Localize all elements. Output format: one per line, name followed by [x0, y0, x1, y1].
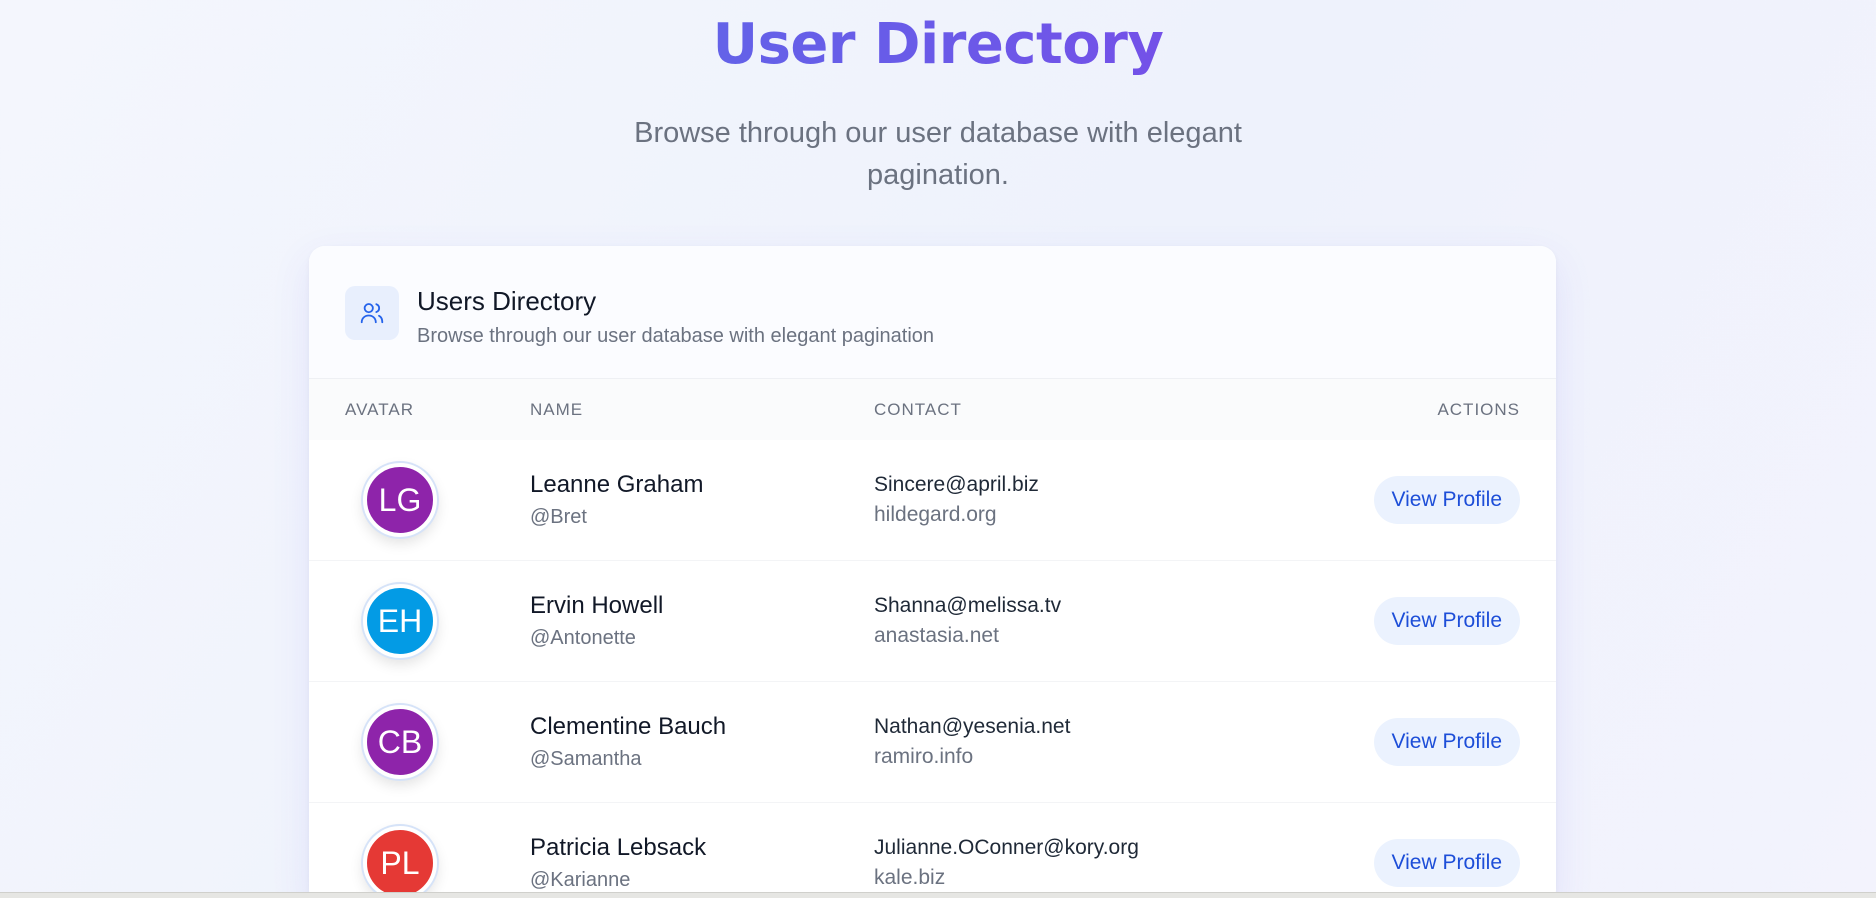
table-row: CB Clementine Bauch @Samantha Nathan@yes…: [309, 682, 1556, 803]
avatar: CB: [363, 705, 437, 779]
user-name: Patricia Lebsack: [530, 834, 707, 861]
user-name: Ervin Howell: [530, 592, 664, 619]
table-row: LG Leanne Graham @Bret Sincere@april.biz…: [309, 440, 1556, 561]
user-website: kale.biz: [874, 866, 946, 889]
user-website: ramiro.info: [874, 745, 974, 768]
user-email: Sincere@april.biz: [874, 473, 1039, 496]
view-profile-button[interactable]: View Profile: [1373, 597, 1520, 645]
column-header-avatar: AVATAR: [345, 399, 414, 419]
avatar: LG: [363, 463, 437, 537]
user-username: @Antonette: [530, 627, 636, 649]
page-subtitle: Browse through our user database with el…: [634, 117, 1242, 191]
card-header-text: Users Directory Browse through our user …: [417, 284, 934, 350]
avatar: PL: [363, 826, 437, 898]
page-title: User Directory: [0, 10, 1876, 80]
user-email: Shanna@melissa.tv: [874, 594, 1062, 617]
column-header-name: NAME: [530, 399, 584, 419]
user-name: Clementine Bauch: [530, 713, 727, 740]
user-email: Nathan@yesenia.net: [874, 715, 1071, 738]
user-name: Leanne Graham: [530, 471, 704, 498]
view-profile-button[interactable]: View Profile: [1373, 476, 1520, 524]
table-row: PL Patricia Lebsack @Karianne Julianne.O…: [309, 803, 1556, 898]
card-subtitle: Browse through our user database with el…: [417, 325, 935, 347]
table-header: AVATAR NAME CONTACT ACTIONS: [309, 379, 1556, 440]
window-bottom-edge: [0, 892, 1876, 898]
user-username: @Bret: [530, 506, 587, 528]
user-website: anastasia.net: [874, 624, 999, 647]
users-icon: [345, 286, 399, 340]
column-header-actions: ACTIONS: [1437, 399, 1520, 419]
users-card: Users Directory Browse through our user …: [309, 246, 1556, 898]
avatar: EH: [363, 584, 437, 658]
hero: User Directory Browse through our user d…: [0, 10, 1876, 196]
table-row: EH Ervin Howell @Antonette Shanna@meliss…: [309, 561, 1556, 682]
column-header-contact: CONTACT: [874, 399, 962, 419]
card-header: Users Directory Browse through our user …: [309, 246, 1556, 379]
user-email: Julianne.OConner@kory.org: [874, 836, 1139, 859]
user-username: @Samantha: [530, 748, 642, 770]
user-username: @Karianne: [530, 869, 631, 891]
view-profile-button[interactable]: View Profile: [1373, 718, 1520, 766]
view-profile-button[interactable]: View Profile: [1373, 839, 1520, 887]
user-website: hildegard.org: [874, 503, 997, 526]
card-title: Users Directory: [417, 286, 597, 316]
